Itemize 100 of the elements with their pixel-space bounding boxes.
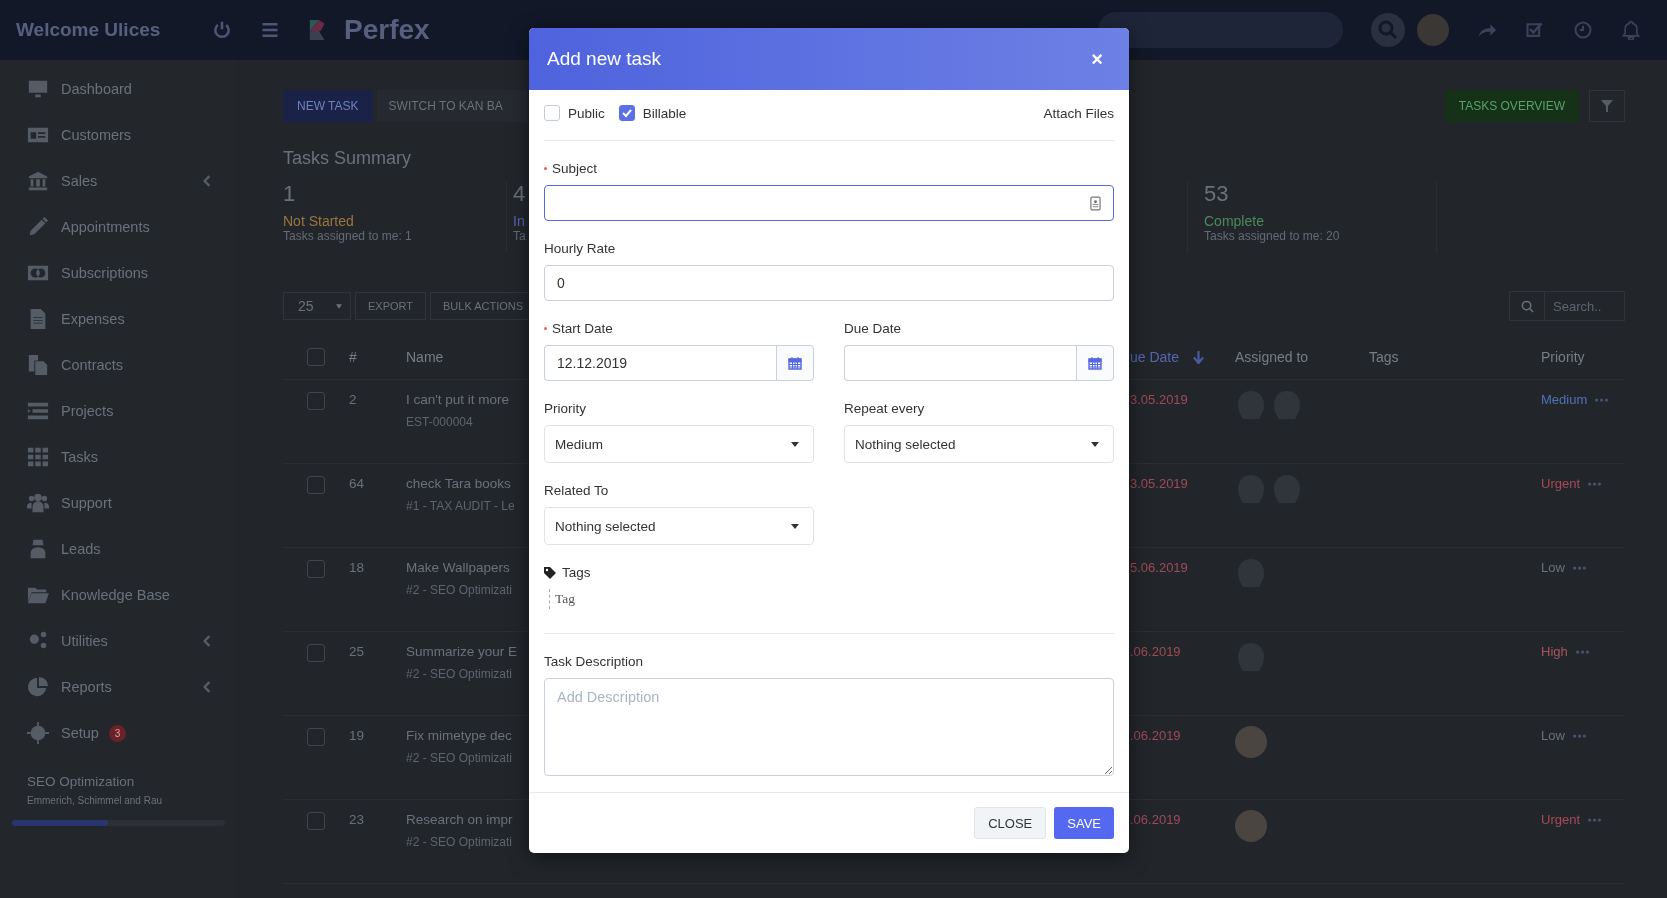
sidebar-item[interactable]: Support [0,480,237,526]
more-icon[interactable] [1595,398,1609,402]
table-cell: 2 [349,380,406,464]
priority-label[interactable]: High [1541,644,1568,659]
priority-label[interactable]: Urgent [1541,476,1581,491]
more-icon[interactable] [1588,482,1602,486]
checkbox-label: Billable [642,105,687,121]
calendar-icon [788,356,802,370]
sidebar-item[interactable]: Projects [0,388,237,434]
task-subtitle[interactable]: #2 - SEO Optimizati [406,751,530,765]
sidebar-item[interactable]: Setup 3 [0,710,237,756]
sidebar-item[interactable]: Knowledge Base [0,572,237,618]
related-to-select[interactable]: Nothing selected [544,507,814,545]
task-name[interactable]: Summarize your E [406,644,530,659]
row-checkbox[interactable] [307,728,325,746]
row-checkbox[interactable] [307,644,325,662]
new-task-button[interactable]: NEW TASK [283,90,373,122]
task-name[interactable]: Make Wallpapers [406,560,530,575]
avatar[interactable] [1417,14,1449,46]
row-checkbox[interactable] [307,476,325,494]
hourly-rate-field[interactable]: 0 [544,265,1114,301]
sidebar-item[interactable]: Subscriptions [0,250,237,296]
search-bar[interactable] [1098,12,1343,48]
task-name[interactable]: check Tara books [406,476,530,491]
field-label: Start Date [552,321,613,336]
repeat-select[interactable]: Nothing selected [844,425,1114,463]
task-name[interactable]: Fix mimetype dec [406,728,530,743]
sidebar-item[interactable]: Reports [0,664,237,710]
export-button[interactable]: EXPORT [355,292,427,320]
chevron-icon [203,174,211,188]
due-date: .06.2019 [1130,632,1235,716]
task-subtitle[interactable]: #2 - SEO Optimizati [406,835,530,849]
filter-button[interactable] [1589,90,1625,122]
checkbox[interactable] [544,105,560,121]
task-subtitle[interactable]: #1 - TAX AUDIT - Le [406,499,530,513]
tasks-overview-button[interactable]: TASKS OVERVIEW [1444,90,1579,122]
start-date-field[interactable]: 12.12.2019 [544,345,776,381]
task-name[interactable]: Research on impr [406,812,530,827]
more-icon[interactable] [1572,734,1586,738]
sidebar-item[interactable]: Contracts [0,342,237,388]
calendar-button[interactable] [1076,345,1114,381]
clock-icon[interactable] [1573,20,1593,40]
column-header[interactable]: Tags [1369,335,1541,380]
chevron-icon [203,680,211,694]
sidebar-item[interactable]: Sales [0,158,237,204]
priority-label[interactable]: Low [1541,560,1565,575]
description-field[interactable]: Add Description [544,678,1114,776]
row-checkbox[interactable] [307,812,325,830]
save-button[interactable]: SAVE [1054,807,1114,839]
priority-label[interactable]: Urgent [1541,812,1581,827]
priority-label[interactable]: Low [1541,728,1565,743]
task-subtitle[interactable]: EST-000004 [406,415,530,429]
row-checkbox[interactable] [307,392,325,410]
field-label: Repeat every [844,401,925,416]
priority-select[interactable]: Medium [544,425,814,463]
sidebar-item[interactable]: Customers [0,112,237,158]
stat-detail: Ta [513,229,527,243]
pencil-icon [27,216,49,238]
select-all-checkbox[interactable] [307,348,325,366]
sidebar-item[interactable]: Expenses [0,296,237,342]
close-button[interactable]: × [1083,49,1111,69]
more-icon[interactable] [1575,650,1589,654]
attach-files-link[interactable]: Attach Files [1043,105,1114,121]
row-checkbox[interactable] [307,560,325,578]
column-header[interactable]: Assigned to [1235,335,1369,380]
checkbox[interactable] [618,105,635,121]
priority-label[interactable]: Medium [1541,392,1588,407]
contact-card-icon [1090,195,1101,211]
subject-field[interactable] [544,185,1114,221]
more-icon[interactable] [1572,566,1586,570]
bank-icon [27,170,49,192]
sidebar-item[interactable]: Utilities [0,618,237,664]
avatar [1235,810,1267,842]
checkbox-icon[interactable] [1525,20,1545,40]
page-size-select[interactable]: 25 [283,292,351,320]
switch-view-button[interactable]: SWITCH TO KAN BA [376,90,527,122]
sidebar-item[interactable]: Leads [0,526,237,572]
calendar-button[interactable] [776,345,814,381]
caret-icon [336,303,342,309]
search-button[interactable] [1509,291,1545,321]
arrow-down-icon[interactable] [1193,350,1205,364]
task-subtitle[interactable]: #2 - SEO Optimizati [406,667,530,681]
column-header[interactable]: # [349,335,406,380]
task-name[interactable]: I can't put it more [406,392,530,407]
task-subtitle[interactable]: #2 - SEO Optimizati [406,583,530,597]
more-icon[interactable] [1588,818,1602,822]
column-header[interactable]: ue Date [1130,349,1180,365]
menu-icon[interactable] [260,20,280,40]
search-field[interactable]: Search.. [1545,291,1625,321]
sidebar-item[interactable]: Tasks [0,434,237,480]
close-button[interactable]: CLOSE [974,807,1047,839]
documents-icon [27,354,49,376]
bell-icon[interactable] [1621,20,1641,40]
due-date-field[interactable] [844,345,1076,381]
sidebar-item[interactable]: Dashboard [0,66,237,112]
stat-detail: Tasks assigned to me: 1 [283,229,413,243]
sidebar-item[interactable]: Appointments [0,204,237,250]
power-icon[interactable] [212,20,232,40]
search-icon[interactable] [1371,13,1405,47]
column-header[interactable]: Priority [1541,335,1625,380]
